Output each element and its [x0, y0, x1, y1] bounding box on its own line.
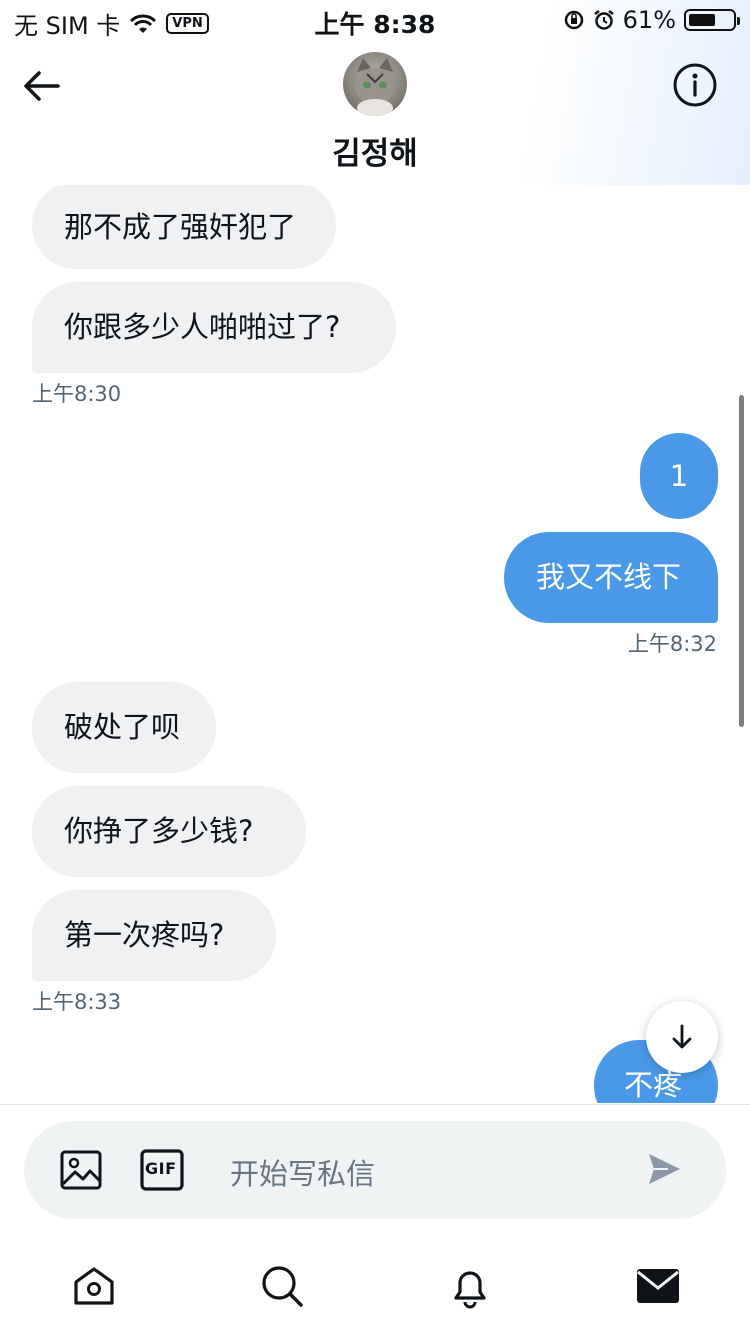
bell-icon	[454, 1271, 486, 1309]
orientation-lock-icon	[564, 10, 583, 30]
search-icon	[262, 1266, 303, 1307]
arrow-left-icon	[24, 71, 60, 101]
message-timestamp: 上午8:33	[32, 990, 122, 1014]
tab-search[interactable]	[258, 1262, 306, 1310]
message-timestamp: 上午8:30	[32, 382, 122, 406]
message-bubble-incoming[interactable]: 你挣了多少钱?	[32, 786, 306, 877]
message-bubble-outgoing[interactable]: 1	[640, 433, 718, 519]
tab-messages[interactable]	[634, 1262, 682, 1310]
status-bar: 无 SIM 卡 VPN 上午 8:38 61%	[0, 0, 750, 42]
message-composer[interactable]: GIF 开始写私信	[24, 1121, 726, 1219]
battery-percent: 61%	[622, 6, 676, 34]
bottom-tab-bar	[0, 1240, 750, 1334]
contact-avatar[interactable]	[343, 52, 407, 116]
message-bubble-incoming[interactable]: 你跟多少人啪啪过了?	[32, 282, 396, 373]
arrow-down-icon	[672, 1024, 692, 1049]
battery-icon	[684, 9, 740, 31]
gif-label: GIF	[145, 1159, 177, 1178]
send-icon	[649, 1154, 680, 1184]
message-bubble-incoming[interactable]: 破处了呗	[32, 682, 216, 773]
add-image-button[interactable]	[59, 1148, 103, 1192]
info-icon	[673, 63, 717, 107]
cat-avatar-image	[355, 58, 395, 116]
composer-divider	[0, 1104, 750, 1105]
message-bubble-incoming[interactable]: 那不成了强奸犯了	[32, 185, 336, 269]
message-input[interactable]: 开始写私信	[230, 1151, 375, 1193]
scroll-to-bottom-button[interactable]	[646, 1001, 718, 1073]
mail-icon	[637, 1269, 679, 1303]
image-icon	[60, 1150, 102, 1190]
scrollbar[interactable]	[739, 395, 744, 727]
message-bubble-outgoing[interactable]: 我又不线下	[504, 532, 718, 623]
add-gif-button[interactable]: GIF	[139, 1148, 184, 1192]
tab-home[interactable]	[70, 1262, 118, 1310]
conversation-info-button[interactable]	[672, 62, 718, 108]
contact-name[interactable]: 김정해	[0, 128, 750, 173]
home-icon	[74, 1267, 114, 1305]
tab-notifications[interactable]	[446, 1262, 494, 1310]
message-bubble-incoming[interactable]: 第一次疼吗?	[32, 890, 276, 981]
back-button[interactable]	[20, 64, 64, 108]
send-button[interactable]	[644, 1149, 688, 1193]
message-timestamp: 上午8:32	[627, 632, 717, 656]
message-thread[interactable]: 那不成了强奸犯了 你跟多少人啪啪过了? 上午8:30 1 我又不线下 上午8:3…	[0, 185, 750, 1103]
alarm-icon	[593, 10, 614, 30]
